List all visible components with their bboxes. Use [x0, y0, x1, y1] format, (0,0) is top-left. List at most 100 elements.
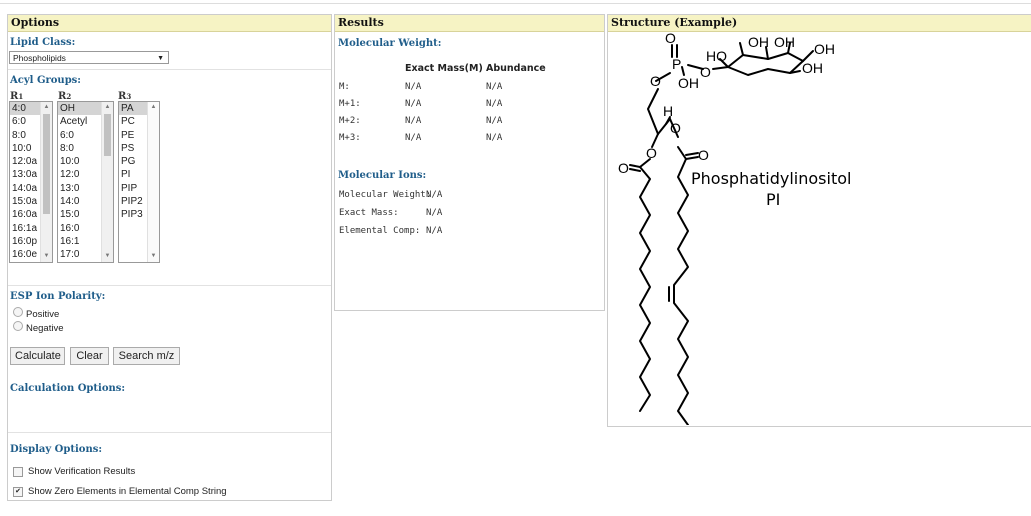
carbonyl-double — [685, 156, 699, 160]
divider — [8, 285, 331, 286]
r2-listbox[interactable]: OH Acetyl 6:0 8:0 10:0 12:0 13:0 14:0 15:0 16:0 16… — [57, 101, 114, 263]
ion-row-label: Elemental Comp: — [339, 226, 421, 236]
glycerol-backbone-bond — [647, 88, 659, 135]
molecular-ions-label: Molecular Ions: — [338, 170, 427, 181]
r3-sub: 3 — [126, 92, 132, 101]
dropdown-arrow-icon: ▼ — [157, 55, 164, 62]
checkmark-icon[interactable]: ✔ — [13, 486, 23, 497]
list-item[interactable]: 13:0 — [58, 182, 101, 195]
list-item[interactable]: PE — [119, 129, 147, 142]
list-item[interactable]: OH — [58, 102, 101, 116]
exact-mass-value: N/A — [405, 116, 422, 126]
scroll-down-icon[interactable]: ▼ — [148, 251, 159, 262]
scroll-thumb[interactable] — [104, 114, 111, 156]
list-item[interactable]: 10:0 — [10, 142, 40, 155]
top-divider — [0, 3, 1031, 4]
r1-listbox[interactable]: 4:0 6:0 8:0 10:0 12:0a 13:0a 14:0a 15:0a 16:0a 16… — [9, 101, 53, 263]
r2-scrollbar[interactable]: ▲ ▼ — [101, 102, 113, 262]
inositol-oh-bond — [739, 42, 744, 56]
list-item[interactable]: PIP — [119, 182, 147, 195]
list-item[interactable]: PG — [119, 155, 147, 168]
list-item[interactable]: Acetyl — [58, 115, 101, 128]
show-zero-elements-checkbox[interactable]: ✔ Show Zero Elements in Elemental Comp S… — [13, 486, 227, 497]
list-item[interactable]: PA — [119, 102, 147, 116]
list-item[interactable]: PI — [119, 168, 147, 181]
search-mz-button[interactable]: Search m/z — [113, 347, 180, 365]
abundance-value: N/A — [486, 82, 503, 92]
scroll-down-icon[interactable]: ▼ — [102, 251, 113, 262]
list-item[interactable]: 16:0p — [10, 235, 40, 248]
list-item[interactable]: PIP3 — [119, 208, 147, 221]
list-item[interactable]: 8:0 — [58, 142, 101, 155]
exact-mass-value: N/A — [405, 99, 422, 109]
structure-diagram: O P O O OH HO OH OH OH OH H O O O O Phos… — [618, 30, 851, 425]
r3-items: PA PC PE PS PG PI PIP PIP2 PIP3 — [119, 102, 147, 222]
scroll-down-icon[interactable]: ▼ — [41, 251, 52, 262]
result-row-label: M+2: — [339, 116, 361, 126]
atom-oh-4: OH — [802, 60, 823, 76]
positive-radio[interactable]: Positive — [13, 306, 60, 320]
positive-label: Positive — [26, 309, 60, 320]
list-item[interactable]: 10:0 — [58, 155, 101, 168]
radio-circle-icon[interactable] — [13, 306, 23, 317]
atom-o-sn2: O — [670, 120, 681, 136]
acyl-chain-r1 — [639, 166, 651, 412]
ion-row-label: Exact Mass: — [339, 208, 399, 218]
atom-oh-2: OH — [774, 34, 795, 50]
list-item[interactable]: 12:0 — [58, 168, 101, 181]
lipid-class-value: Phospholipids — [13, 53, 66, 63]
exact-mass-value: N/A — [405, 82, 422, 92]
scroll-up-icon[interactable]: ▲ — [148, 102, 159, 113]
atom-oh-3: OH — [814, 41, 835, 57]
show-zero-label: Show Zero Elements in Elemental Comp Str… — [28, 486, 227, 497]
list-item[interactable]: 16:1a — [10, 222, 40, 235]
scroll-thumb[interactable] — [43, 114, 50, 214]
exact-mass-value: N/A — [405, 133, 422, 143]
list-item[interactable]: 16:1 — [58, 235, 101, 248]
divider — [8, 432, 331, 433]
list-item[interactable]: 15:0 — [58, 208, 101, 221]
atom-h: H — [663, 103, 673, 119]
list-item[interactable]: PC — [119, 115, 147, 128]
list-item[interactable]: 14:0a — [10, 182, 40, 195]
list-item[interactable]: PS — [119, 142, 147, 155]
list-item[interactable]: 4:0 — [10, 102, 40, 116]
lipid-class-select[interactable]: Phospholipids ▼ — [9, 51, 169, 64]
result-row-label: M+3: — [339, 133, 361, 143]
carbonyl2-double — [629, 164, 641, 168]
r1-scrollbar[interactable]: ▲ ▼ — [40, 102, 52, 262]
atom-ho: HO — [706, 48, 727, 64]
r3-scrollbar[interactable]: ▲ ▼ — [147, 102, 159, 262]
list-item[interactable]: 8:0 — [10, 129, 40, 142]
carbonyl-double-2 — [685, 152, 699, 156]
list-item[interactable]: 16:0 — [58, 222, 101, 235]
structure-abbr: PI — [766, 190, 780, 209]
negative-radio[interactable]: Negative — [13, 320, 64, 334]
list-item[interactable]: 16:0a — [10, 208, 40, 221]
list-item[interactable]: 6:0 — [10, 115, 40, 128]
list-item[interactable]: 15:0a — [10, 195, 40, 208]
negative-label: Negative — [26, 323, 64, 334]
scroll-up-icon[interactable]: ▲ — [102, 102, 113, 113]
scroll-up-icon[interactable]: ▲ — [41, 102, 52, 113]
list-item[interactable]: PIP2 — [119, 195, 147, 208]
list-item[interactable]: 17:0 — [58, 248, 101, 261]
acyl-chain-r2 — [673, 158, 689, 425]
clear-button[interactable]: Clear — [70, 347, 109, 365]
display-options-label: Display Options: — [10, 444, 103, 455]
carbonyl2-double-2 — [629, 168, 641, 172]
list-item[interactable]: 16:0e — [10, 248, 40, 261]
exact-mass-column-header: Exact Mass(M) — [405, 63, 483, 74]
result-row-label: M: — [339, 82, 350, 92]
calculate-button[interactable]: Calculate — [10, 347, 65, 365]
list-item[interactable]: 13:0a — [10, 168, 40, 181]
list-item[interactable]: 14:0 — [58, 195, 101, 208]
list-item[interactable]: 12:0a — [10, 155, 40, 168]
checkbox-icon[interactable] — [13, 466, 23, 477]
atom-o-right: O — [700, 64, 711, 80]
show-verification-checkbox[interactable]: Show Verification Results — [13, 466, 135, 477]
radio-circle-icon[interactable] — [13, 320, 23, 331]
r3-listbox[interactable]: PA PC PE PS PG PI PIP PIP2 PIP3 ▲ ▼ — [118, 101, 160, 263]
list-item[interactable]: 6:0 — [58, 129, 101, 142]
abundance-value: N/A — [486, 99, 503, 109]
